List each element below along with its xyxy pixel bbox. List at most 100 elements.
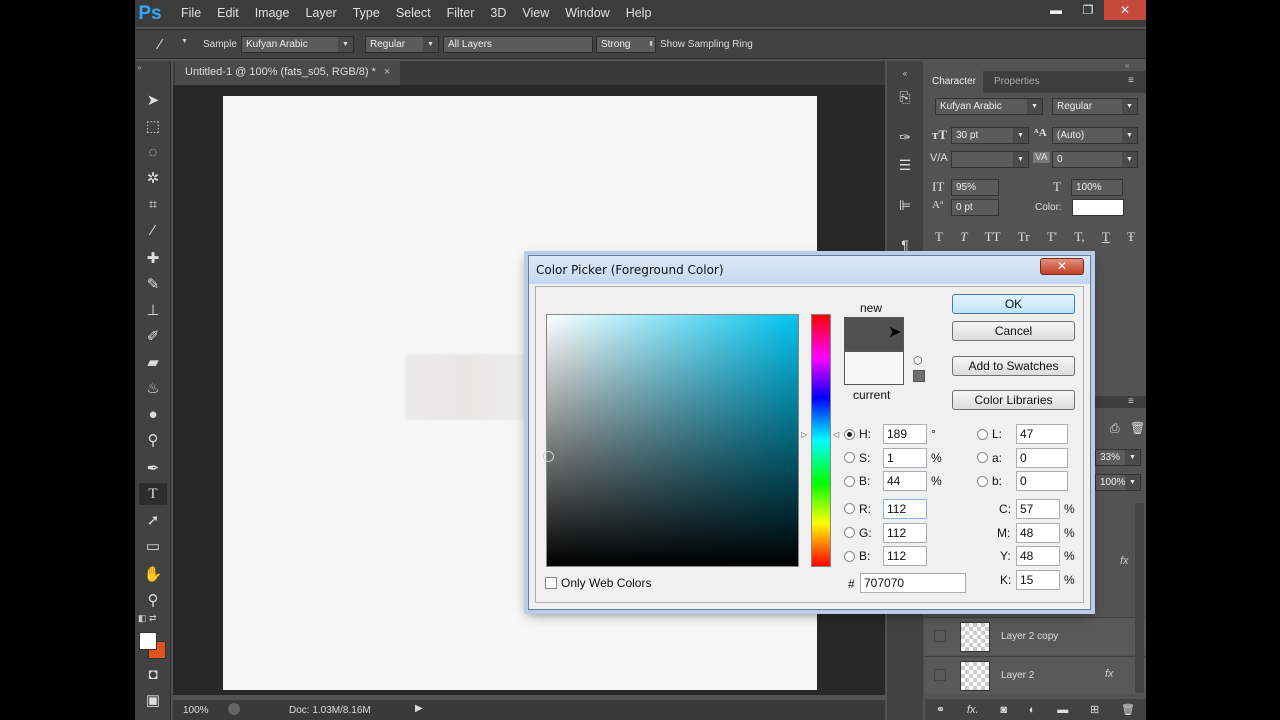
- tab-character[interactable]: Character: [925, 71, 983, 93]
- g-radio[interactable]: [844, 527, 855, 538]
- blur-tool-icon[interactable]: ●: [139, 403, 167, 425]
- foreground-color-swatch[interactable]: [139, 632, 157, 650]
- dialog-title-bar[interactable]: Color Picker (Foreground Color): [529, 256, 1090, 284]
- lock-icon[interactable]: ⎙: [1110, 421, 1120, 436]
- lab-b-radio[interactable]: [977, 476, 988, 487]
- close-window-button[interactable]: ✕: [1104, 0, 1146, 20]
- sample-layers-select[interactable]: All Layers: [443, 36, 593, 53]
- new-adjustment-icon[interactable]: ◐: [1029, 704, 1036, 716]
- menu-filter[interactable]: Filter: [439, 0, 483, 27]
- lab-b-input[interactable]: 0: [1016, 471, 1068, 491]
- visibility-toggle-icon[interactable]: [934, 630, 946, 642]
- font-family-select[interactable]: Kufyan Arabic ▼: [935, 98, 1043, 115]
- pen-tool-icon[interactable]: ✒: [139, 457, 167, 479]
- menu-image[interactable]: Image: [247, 0, 298, 27]
- s-radio[interactable]: [844, 452, 855, 463]
- menu-3d[interactable]: 3D: [482, 0, 514, 27]
- quick-mask-icon[interactable]: ◘: [139, 663, 167, 685]
- leading-field[interactable]: (Auto) ▼: [1052, 127, 1138, 144]
- hue-slider-left-arrow-icon[interactable]: ▷: [801, 430, 807, 439]
- web-safe-swatch-icon[interactable]: [913, 370, 925, 382]
- brush-panel-icon[interactable]: ✑: [893, 127, 917, 147]
- show-sampling-ring-label[interactable]: Show Sampling Ring: [660, 39, 753, 50]
- menu-layer[interactable]: Layer: [297, 0, 344, 27]
- underline-button[interactable]: T: [1102, 229, 1110, 245]
- color-libraries-button[interactable]: Color Libraries: [952, 390, 1075, 410]
- superscript-button[interactable]: T': [1047, 229, 1057, 245]
- s-input[interactable]: 1: [883, 448, 927, 468]
- zoom-tool-icon[interactable]: ⚲: [139, 589, 167, 611]
- strength-select[interactable]: Strong ⬍: [596, 36, 656, 53]
- gamut-warning-icon[interactable]: ⬡: [913, 354, 923, 367]
- menu-type[interactable]: Type: [345, 0, 388, 27]
- b-radio[interactable]: [844, 476, 855, 487]
- strikethrough-button[interactable]: Ŧ: [1127, 229, 1135, 245]
- m-input[interactable]: 48: [1016, 523, 1060, 543]
- healing-brush-tool-icon[interactable]: ✚: [139, 247, 167, 269]
- subscript-button[interactable]: T,: [1074, 229, 1084, 245]
- sample-font-select[interactable]: Kufyan Arabic ▼: [241, 36, 354, 53]
- default-colors-icon[interactable]: ◧ ⇄: [138, 613, 157, 624]
- text-color-swatch[interactable]: [1072, 199, 1124, 216]
- link-layers-icon[interactable]: ⚭: [936, 703, 945, 716]
- magic-wand-tool-icon[interactable]: ✲: [139, 167, 167, 189]
- paragraph-panel-icon[interactable]: ¶: [893, 235, 917, 255]
- paint-bucket-tool-icon[interactable]: ♨: [139, 377, 167, 399]
- kerning-field[interactable]: ▼: [951, 151, 1029, 168]
- eyedropper-tool-icon[interactable]: ⁄: [159, 36, 162, 53]
- l-radio[interactable]: [977, 429, 988, 440]
- status-menu-arrow-icon[interactable]: ▶: [415, 703, 423, 714]
- share-icon[interactable]: [228, 703, 240, 715]
- r-radio[interactable]: [844, 503, 855, 514]
- hex-input[interactable]: 707070: [860, 573, 966, 593]
- fx-badge[interactable]: fx: [1120, 555, 1129, 567]
- tab-properties[interactable]: Properties: [987, 71, 1047, 93]
- zoom-level[interactable]: 100%: [183, 705, 209, 716]
- faux-bold-button[interactable]: T: [935, 229, 943, 245]
- layers-scrollbar[interactable]: [1135, 503, 1144, 693]
- font-style-select[interactable]: Regular ▼: [1052, 98, 1138, 115]
- only-web-colors-checkbox[interactable]: [545, 577, 557, 589]
- menu-window[interactable]: Window: [557, 0, 617, 27]
- vertical-scale-field[interactable]: 95%: [951, 179, 999, 196]
- c-input[interactable]: 57: [1016, 499, 1060, 519]
- blue-input[interactable]: 112: [883, 546, 927, 566]
- horizontal-scale-field[interactable]: 100%: [1071, 179, 1123, 196]
- only-web-colors-label[interactable]: Only Web Colors: [561, 576, 651, 590]
- layer-row[interactable]: Layer 2 fx: [925, 656, 1146, 694]
- fill-field[interactable]: 100% ▼: [1095, 474, 1141, 491]
- menu-view[interactable]: View: [514, 0, 557, 27]
- layers-panel-menu-icon[interactable]: ≡: [1128, 396, 1134, 407]
- crop-tool-icon[interactable]: ⌗: [139, 193, 167, 215]
- add-to-swatches-button[interactable]: Add to Swatches: [952, 356, 1075, 376]
- small-caps-button[interactable]: Tr: [1018, 229, 1030, 245]
- collapse-panels-icon[interactable]: «: [1125, 61, 1129, 70]
- menu-edit[interactable]: Edit: [209, 0, 247, 27]
- a-input[interactable]: 0: [1016, 448, 1068, 468]
- new-layer-icon[interactable]: ⊞: [1090, 703, 1099, 716]
- h-radio[interactable]: [844, 429, 855, 440]
- b-input[interactable]: 44: [883, 471, 927, 491]
- collapse-dock-icon[interactable]: «: [893, 63, 917, 83]
- y-input[interactable]: 48: [1016, 546, 1060, 566]
- adjustments-panel-icon[interactable]: ☰: [893, 155, 917, 175]
- visibility-toggle-icon[interactable]: [934, 669, 946, 681]
- blue-radio[interactable]: [844, 551, 855, 562]
- path-selection-tool-icon[interactable]: ➚: [139, 509, 167, 531]
- layer-row[interactable]: Layer 2 copy: [925, 617, 1146, 655]
- minimize-button[interactable]: ▬: [1040, 0, 1072, 20]
- ok-button[interactable]: OK: [952, 294, 1075, 314]
- history-brush-tool-icon[interactable]: ✐: [139, 325, 167, 347]
- marquee-tool-icon[interactable]: ⬚: [139, 115, 167, 137]
- fx-badge[interactable]: fx: [1105, 668, 1114, 680]
- current-color-swatch[interactable]: [844, 351, 904, 385]
- move-tool-icon[interactable]: ➤: [139, 89, 167, 111]
- add-style-icon[interactable]: fx.: [967, 704, 979, 716]
- lasso-tool-icon[interactable]: ◌: [139, 141, 167, 163]
- collapse-toolbox-icon[interactable]: »: [137, 63, 141, 72]
- trash-small-icon[interactable]: 🗑: [1130, 421, 1145, 435]
- menu-select[interactable]: Select: [388, 0, 439, 27]
- l-input[interactable]: 47: [1016, 424, 1068, 444]
- font-size-field[interactable]: 30 pt ▼: [951, 127, 1029, 144]
- hue-slider-right-arrow-icon[interactable]: ◁: [833, 430, 839, 439]
